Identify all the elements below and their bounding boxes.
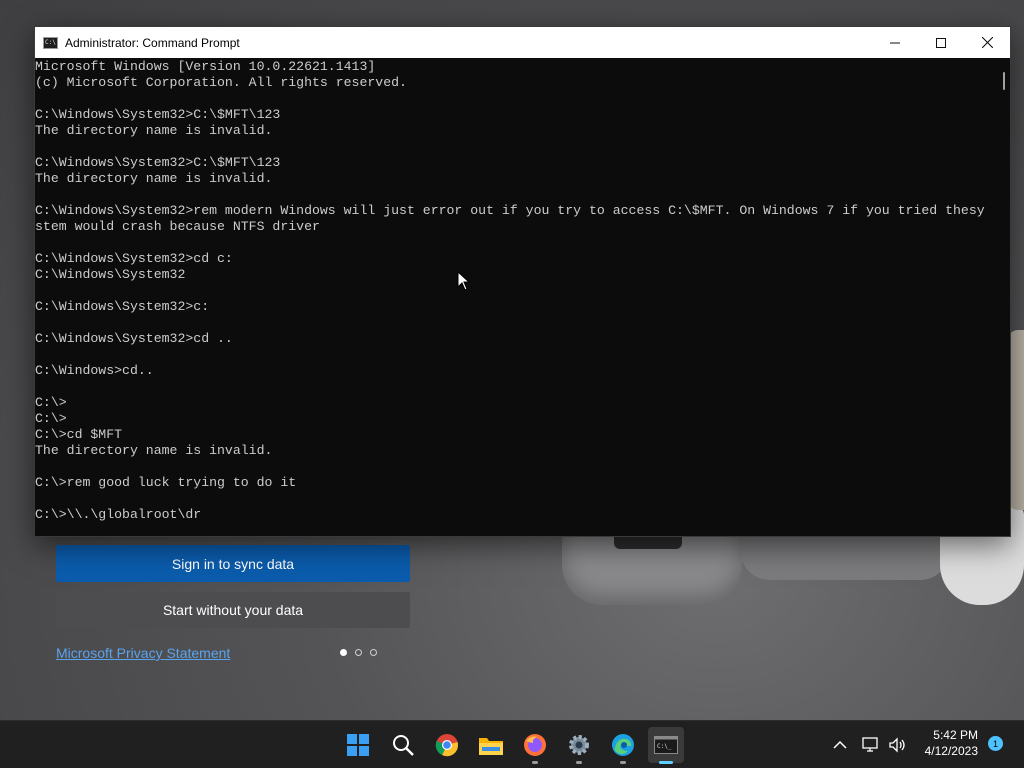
running-indicator	[532, 761, 538, 764]
edge-icon	[612, 734, 634, 756]
chevron-up-icon	[833, 740, 847, 749]
file-explorer-icon	[479, 738, 503, 755]
vertical-scrollbar[interactable]	[996, 58, 1010, 536]
terminal-line: C:\Windows\System32>c:	[35, 299, 210, 314]
running-indicator	[576, 761, 582, 764]
decor-pedestal	[740, 530, 950, 580]
clock-time: 5:42 PM	[933, 728, 978, 742]
scrollbar-thumb[interactable]	[1003, 72, 1005, 90]
terminal-line: C:\Windows\System32>C:\$MFT\123	[35, 107, 281, 122]
start-without-data-button[interactable]: Start without your data	[56, 592, 410, 628]
minimize-button[interactable]	[872, 27, 918, 58]
firefox-button[interactable]	[517, 727, 553, 764]
show-hidden-icons-button[interactable]	[828, 727, 852, 763]
firefox-icon	[524, 734, 546, 756]
terminal-line: C:\>\\.\globalroot\dr	[35, 507, 202, 522]
clock-date: 4/12/2023	[924, 744, 978, 758]
carousel-dots	[340, 649, 377, 656]
carousel-dot[interactable]	[340, 649, 347, 656]
terminal-line: C:\>	[35, 395, 67, 410]
sign-in-sync-button[interactable]: Sign in to sync data	[56, 545, 410, 582]
minimize-icon	[890, 42, 900, 43]
running-indicator	[659, 761, 673, 764]
chrome-icon	[435, 734, 458, 757]
terminal-line: C:\Windows\System32>cd c:	[35, 251, 233, 266]
terminal-line: C:\>	[35, 411, 67, 426]
terminal-line: The directory name is invalid.	[35, 171, 273, 186]
terminal-line: Microsoft Windows [Version 10.0.22621.14…	[35, 59, 376, 74]
close-icon	[981, 37, 993, 48]
start-button[interactable]	[340, 727, 376, 763]
terminal-line: The directory name is invalid.	[35, 443, 273, 458]
window-controls	[872, 27, 1010, 58]
edge-button[interactable]	[605, 727, 641, 764]
close-button[interactable]	[964, 27, 1010, 58]
volume-button[interactable]	[886, 727, 910, 763]
terminal-line: stem would crash because NTFS driver	[35, 219, 320, 234]
mouse-cursor-icon	[457, 271, 471, 291]
window-title: Administrator: Command Prompt	[65, 35, 240, 50]
search-button[interactable]	[385, 727, 421, 763]
terminal-line: (c) Microsoft Corporation. All rights re…	[35, 75, 407, 90]
command-prompt-window: C:\ Administrator: Command Prompt Micros…	[34, 26, 1011, 537]
carousel-dot[interactable]	[370, 649, 377, 656]
decor-knob	[614, 537, 682, 549]
window-titlebar[interactable]: C:\ Administrator: Command Prompt	[35, 27, 1010, 58]
settings-button[interactable]	[561, 727, 597, 764]
clock[interactable]: 5:42 PM 4/12/2023	[914, 727, 978, 759]
network-icon	[862, 737, 878, 752]
settings-icon	[569, 735, 589, 755]
chrome-button[interactable]	[429, 727, 465, 763]
maximize-button[interactable]	[918, 27, 964, 58]
terminal-line: C:\Windows>cd..	[35, 363, 154, 378]
search-icon	[393, 735, 414, 756]
terminal-button[interactable]: C:\_	[648, 727, 684, 764]
maximize-icon	[936, 37, 946, 48]
terminal-line: C:\>rem good luck trying to do it	[35, 475, 297, 490]
terminal-line: C:\Windows\System32>C:\$MFT\123	[35, 155, 281, 170]
volume-icon	[889, 737, 905, 753]
terminal-output[interactable]: Microsoft Windows [Version 10.0.22621.14…	[35, 58, 997, 537]
network-button[interactable]	[860, 727, 884, 763]
terminal-line: The directory name is invalid.	[35, 123, 273, 138]
file-explorer-button[interactable]	[473, 727, 509, 763]
terminal-line: C:\Windows\System32>cd ..	[35, 331, 233, 346]
terminal-line: C:\Windows\System32>rem modern Windows w…	[35, 203, 985, 218]
taskbar: C:\_ 5:42 PM 4/12/2023 1	[0, 720, 1024, 768]
cmd-app-icon: C:\	[43, 36, 58, 49]
privacy-statement-link[interactable]: Microsoft Privacy Statement	[56, 645, 230, 661]
terminal-line: C:\Windows\System32	[35, 267, 186, 282]
carousel-dot[interactable]	[355, 649, 362, 656]
terminal-icon: C:\_	[654, 736, 678, 754]
svg-text:C:\_: C:\_	[657, 743, 672, 750]
start-icon	[347, 734, 369, 756]
running-indicator	[620, 761, 626, 764]
notification-badge[interactable]: 1	[988, 736, 1003, 751]
terminal-line: C:\>cd $MFT	[35, 427, 123, 442]
